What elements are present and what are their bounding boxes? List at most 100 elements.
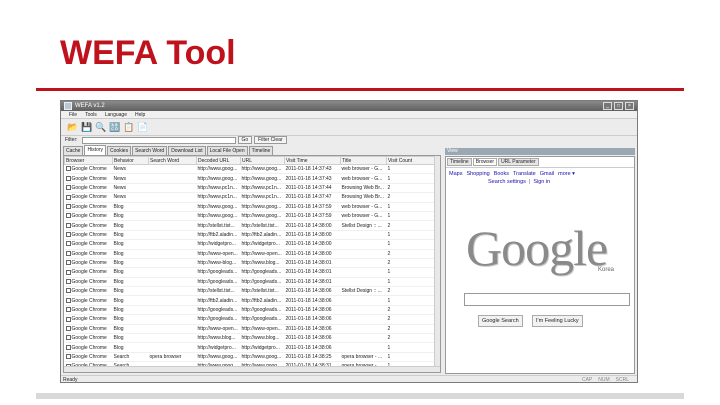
- column-header[interactable]: Search Word: [148, 156, 197, 165]
- table-row[interactable]: Google Chrome Search opera browser http://w…: [64, 352, 435, 363]
- table-row[interactable]: Google Chrome Blog http://www.goog... http:…: [64, 202, 435, 212]
- table-row[interactable]: Google Chrome Blog http://googleads... http…: [64, 305, 435, 316]
- table-row[interactable]: Google Chrome News http://www.pc1n... http:…: [64, 192, 435, 203]
- row-checkbox[interactable]: [65, 288, 71, 294]
- table-row[interactable]: Google Chrome News http://www.goog... http:…: [64, 164, 435, 175]
- google-account-links: Search settings | Sign in: [446, 177, 634, 185]
- row-checkbox[interactable]: [65, 185, 71, 191]
- vertical-scrollbar[interactable]: [434, 156, 440, 372]
- view-tab-timeline[interactable]: Timeline: [447, 158, 472, 166]
- table-row[interactable]: Google Chrome News http://www.goog... http:…: [64, 173, 435, 184]
- feeling-lucky-button[interactable]: I'm Feeling Lucky: [532, 315, 583, 327]
- save-icon[interactable]: 💾: [81, 121, 93, 133]
- table-cell: [148, 230, 197, 241]
- row-checkbox[interactable]: [65, 250, 71, 256]
- search-icon[interactable]: 🔍: [95, 121, 107, 133]
- link-gmail[interactable]: Gmail: [540, 171, 554, 177]
- filter-input[interactable]: [81, 136, 236, 144]
- link-books[interactable]: Books: [494, 171, 509, 177]
- row-checkbox[interactable]: [65, 260, 71, 266]
- table-row[interactable]: Google Chrome Blog http://ftb2.aladin... ht…: [64, 230, 435, 241]
- row-checkbox[interactable]: [65, 279, 71, 285]
- table-cell: Browsing Web Br...: [340, 192, 387, 203]
- google-search-input[interactable]: [464, 293, 630, 306]
- row-checkbox[interactable]: [65, 194, 71, 200]
- table-row[interactable]: Google Chrome Blog http://www-blog... http:…: [64, 258, 435, 269]
- row-checkbox[interactable]: [65, 269, 71, 275]
- table-row[interactable]: Google Chrome Blog http://stellst.tist... h…: [64, 220, 435, 231]
- menu-language[interactable]: Language: [105, 112, 127, 118]
- row-checkbox[interactable]: [65, 326, 71, 331]
- horizontal-scrollbar[interactable]: [64, 366, 440, 372]
- page-icon[interactable]: 📄: [137, 121, 149, 133]
- table-row[interactable]: Google Chrome Blog http://googleads... http…: [64, 267, 435, 278]
- table-row[interactable]: Google Chrome Blog http://googleads... http…: [64, 277, 435, 288]
- column-header[interactable]: Behavior: [112, 156, 149, 165]
- column-header[interactable]: URL: [240, 156, 285, 165]
- open-folder-icon[interactable]: 📂: [67, 121, 79, 133]
- link-sign-in[interactable]: Sign in: [533, 179, 550, 185]
- history-table: Browser Behavior Search Word Decoded URL…: [64, 156, 435, 372]
- table-row[interactable]: Google Chrome Blog http://www.blog... http:…: [64, 333, 435, 344]
- window-titlebar[interactable]: WEFA v1.2 _ □ ×: [61, 101, 637, 111]
- row-checkbox[interactable]: [65, 241, 71, 247]
- table-cell: [148, 173, 197, 184]
- table-row[interactable]: Google Chrome Blog http://widgetpro... http…: [64, 342, 435, 353]
- google-search-button[interactable]: Google Search: [478, 315, 523, 327]
- view-tab-url-parameter[interactable]: URL Parameter: [498, 158, 539, 166]
- tab-search-word[interactable]: Search Word: [132, 146, 168, 155]
- table-row[interactable]: Google Chrome Blog http://widgetpro... http…: [64, 239, 435, 250]
- tab-download-list[interactable]: Download List: [168, 146, 206, 155]
- row-checkbox[interactable]: [65, 335, 71, 341]
- table-cell: http://googleads...: [240, 277, 285, 288]
- row-checkbox[interactable]: [65, 203, 71, 209]
- tab-cookies[interactable]: Cookies: [107, 146, 132, 155]
- tab-local-file-open[interactable]: Local File Open: [206, 146, 248, 155]
- decode-icon[interactable]: 🔠: [109, 121, 121, 133]
- row-checkbox[interactable]: [65, 307, 71, 313]
- row-checkbox[interactable]: [65, 297, 71, 303]
- minimize-button[interactable]: _: [603, 102, 612, 110]
- row-checkbox[interactable]: [65, 354, 71, 360]
- column-header[interactable]: Browser: [64, 156, 113, 165]
- table-row[interactable]: Google Chrome Blog http://stellst.tist... h…: [64, 286, 435, 297]
- table-cell: [148, 267, 197, 278]
- row-checkbox[interactable]: [65, 213, 71, 219]
- row-checkbox[interactable]: [65, 166, 71, 172]
- table-cell: Google Chrome: [64, 342, 113, 353]
- column-header[interactable]: Visit Count: [386, 156, 435, 165]
- tab-timeline[interactable]: Timeline: [248, 146, 274, 155]
- tab-cache[interactable]: Cache: [63, 146, 84, 155]
- link-more[interactable]: more ▾: [558, 171, 575, 177]
- link-translate[interactable]: Translate: [513, 171, 536, 177]
- cell-text: Google Chrome: [71, 335, 107, 342]
- row-checkbox[interactable]: [65, 344, 71, 350]
- row-checkbox[interactable]: [65, 222, 71, 228]
- row-checkbox[interactable]: [65, 232, 71, 238]
- tab-history[interactable]: History: [84, 145, 107, 155]
- row-checkbox[interactable]: [65, 175, 71, 181]
- table-row[interactable]: Google Chrome Blog http://www.goog... http:…: [64, 211, 435, 222]
- menu-help[interactable]: Help: [135, 112, 145, 118]
- row-checkbox[interactable]: [65, 316, 71, 322]
- table-row[interactable]: Google Chrome Blog http://www-open... http:…: [64, 324, 435, 335]
- table-row[interactable]: Google Chrome Blog http://ftb2.aladin... ht…: [64, 295, 435, 306]
- table-row[interactable]: Google Chrome Blog http://www-open... http:…: [64, 249, 435, 259]
- clipboard-icon[interactable]: 📋: [123, 121, 135, 133]
- go-button[interactable]: Go: [237, 136, 253, 144]
- view-tab-browser[interactable]: Browser: [472, 158, 498, 166]
- close-button[interactable]: ×: [625, 102, 634, 110]
- menu-tools[interactable]: Tools: [85, 112, 97, 118]
- table-cell: Google Chrome: [64, 211, 113, 222]
- maximize-button[interactable]: □: [614, 102, 623, 110]
- table-row[interactable]: Google Chrome Blog http://googleads... http…: [64, 314, 435, 325]
- link-maps[interactable]: Maps: [449, 171, 462, 177]
- column-header[interactable]: Title: [340, 156, 387, 165]
- link-shopping[interactable]: Shopping: [466, 171, 489, 177]
- menu-file[interactable]: File: [69, 112, 77, 118]
- link-search-settings[interactable]: Search settings: [488, 179, 526, 185]
- filter-clear-button[interactable]: Filter Clear: [254, 136, 287, 144]
- column-header[interactable]: Decoded URL: [196, 156, 241, 165]
- column-header[interactable]: Visit Time: [284, 156, 341, 165]
- table-row[interactable]: Google Chrome News http://www.pc1n... http:…: [64, 183, 435, 194]
